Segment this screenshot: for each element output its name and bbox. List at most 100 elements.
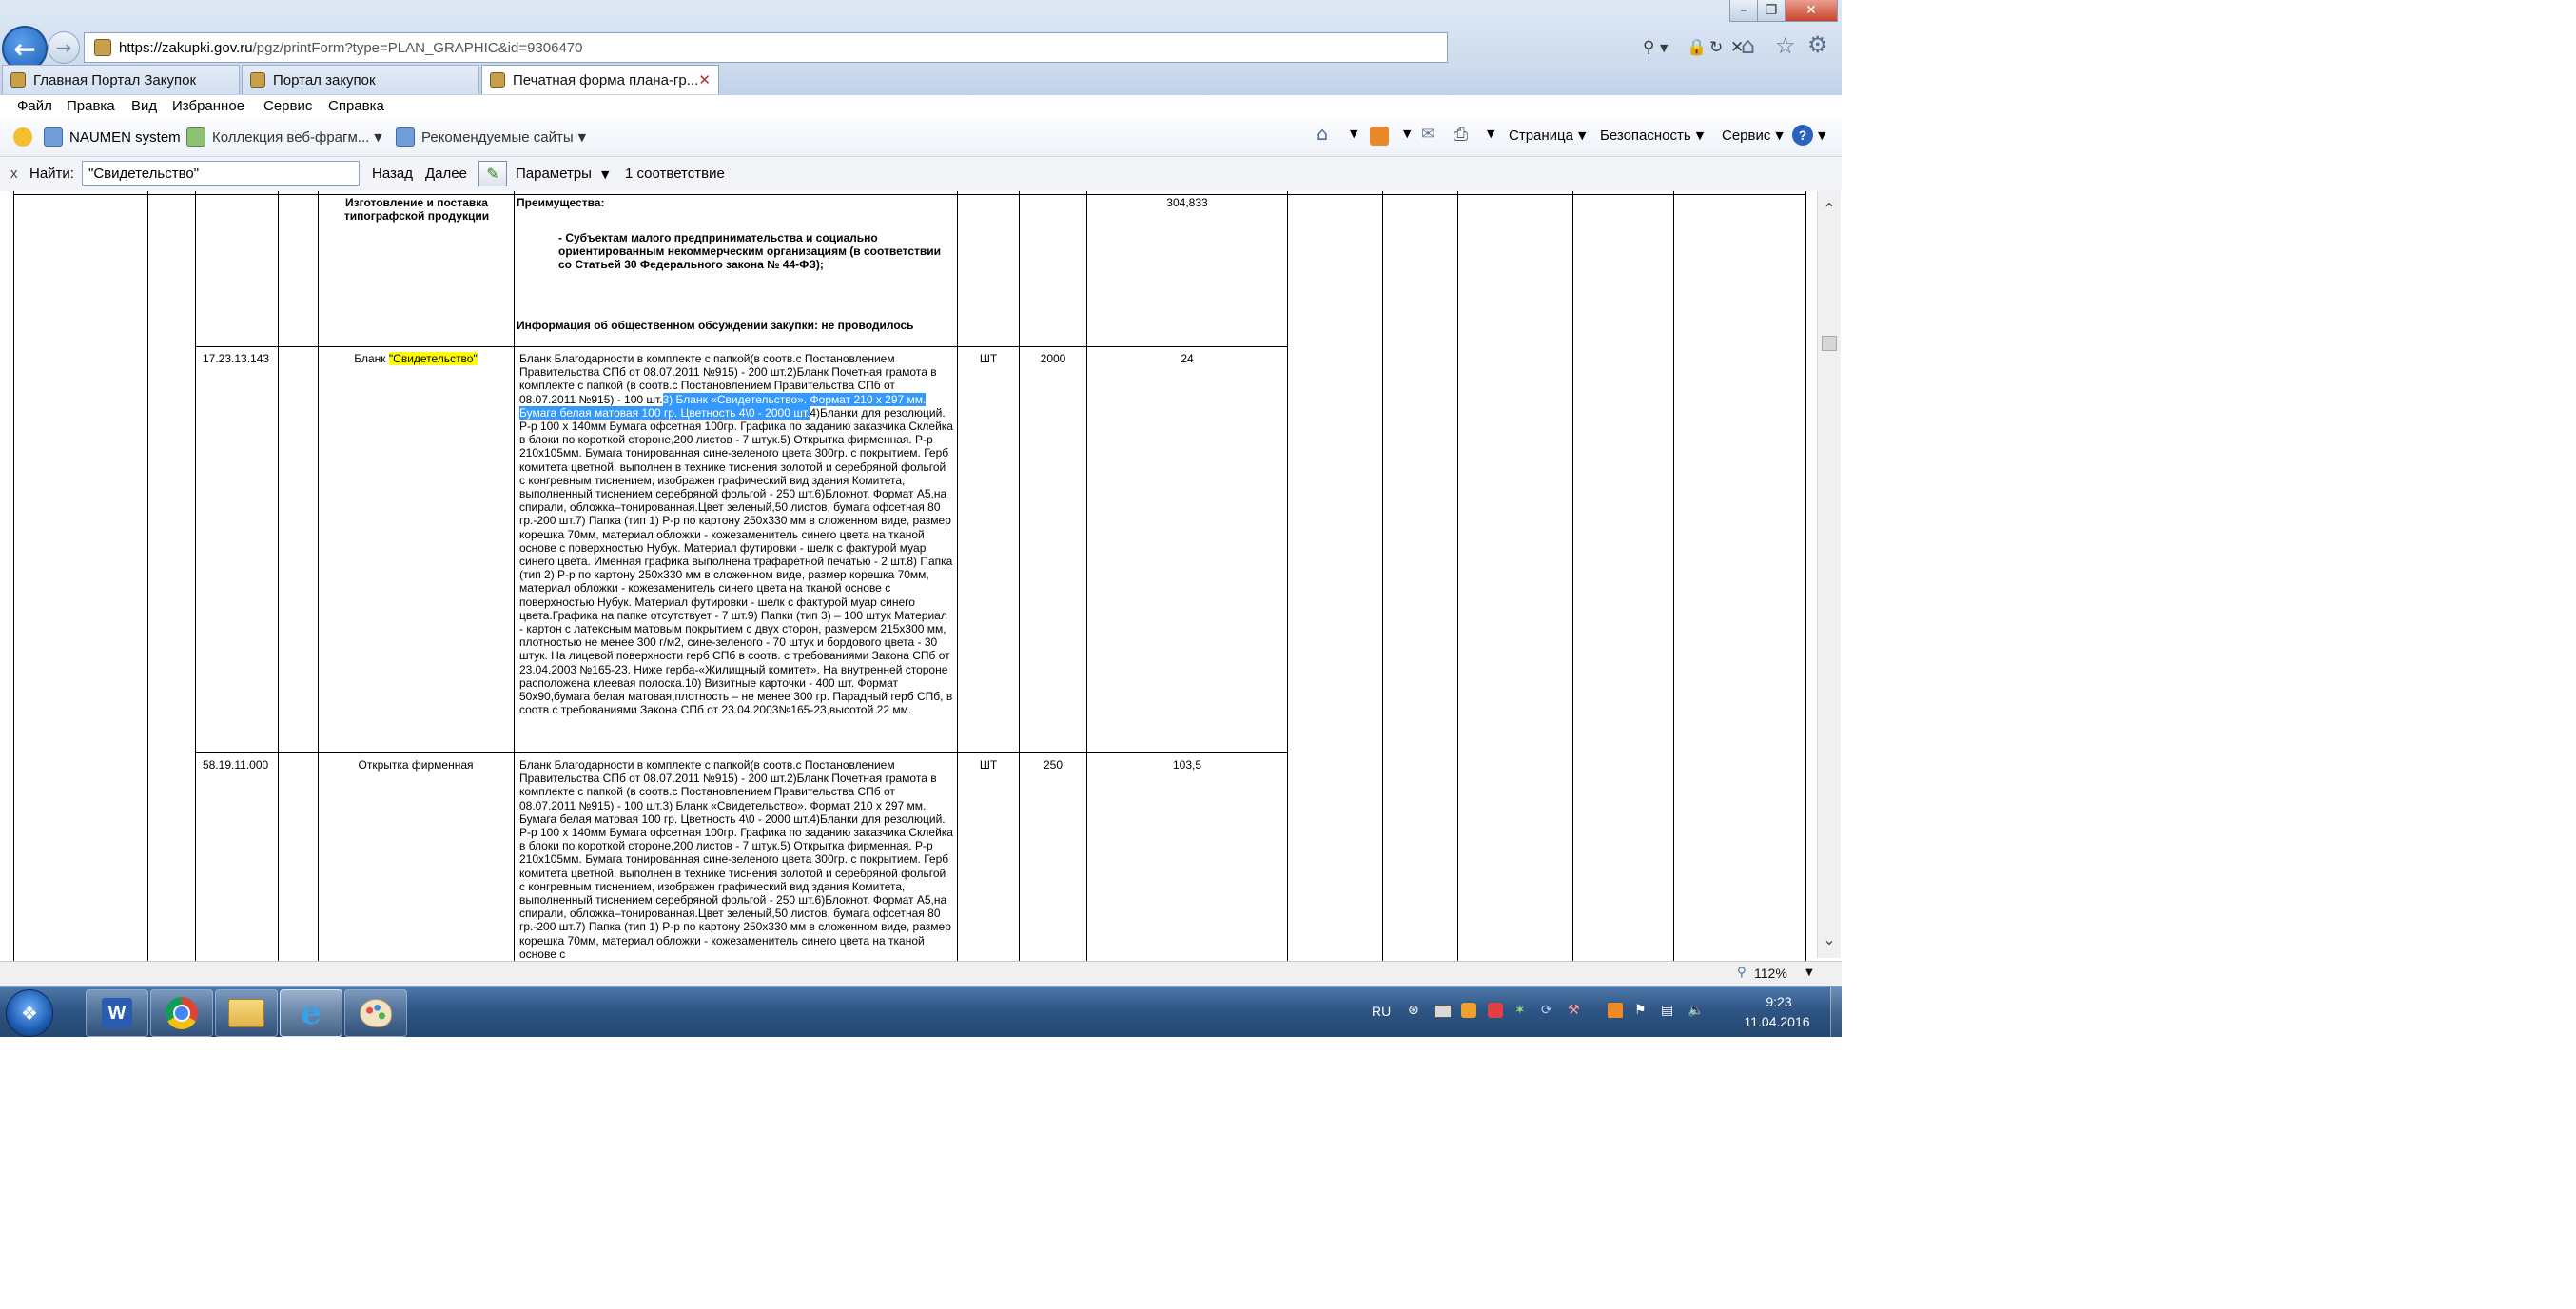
show-desktop-button[interactable]	[1830, 987, 1842, 1037]
find-input[interactable]	[82, 161, 360, 186]
search-icon[interactable]: ⚲	[1643, 38, 1654, 57]
add-favorite-button[interactable]	[13, 127, 39, 147]
chevron-down-icon[interactable]: ▼	[1482, 127, 1494, 140]
table-grid-line	[514, 191, 515, 961]
chevron-down-icon: ▼	[1695, 129, 1705, 142]
refresh-icon[interactable]: ↻	[1709, 38, 1723, 57]
browser-window: – ❐ ✕ ← → https://zakupki.gov.ru/pgz/pri…	[0, 0, 1842, 1037]
close-tab-icon[interactable]: ✕	[698, 71, 711, 88]
tray-device-icon[interactable]	[1434, 1005, 1452, 1018]
volume-icon[interactable]: 🔈	[1688, 1003, 1704, 1018]
tab-portal[interactable]: Портал закупок	[242, 65, 479, 94]
row2-quantity: 250	[1043, 758, 1064, 772]
table-grid-line	[147, 191, 148, 961]
vertical-scrollbar[interactable]: ⌃ ⌄	[1817, 191, 1841, 958]
tray-app-icon[interactable]	[1461, 1003, 1476, 1018]
webslice-icon	[186, 127, 205, 147]
mail-icon[interactable]: ✉	[1421, 125, 1434, 144]
table-grid-line	[195, 191, 196, 961]
scroll-down-icon[interactable]: ⌄	[1818, 928, 1841, 950]
favorite-suggested-sites[interactable]: Рекомендуемые сайты ▼	[396, 127, 586, 147]
taskbar-internet-explorer[interactable]: e	[280, 989, 342, 1037]
find-options-button[interactable]: Параметры ▼	[516, 166, 609, 182]
menu-view[interactable]: Вид	[131, 98, 157, 114]
printer-icon[interactable]: ⎙	[1454, 124, 1468, 145]
row0-name: Изготовление и поставка типографской про…	[343, 196, 490, 224]
menu-tools[interactable]: Сервис	[263, 98, 312, 114]
close-find-button[interactable]: x	[10, 166, 18, 182]
row0-price: 304,833	[1166, 196, 1208, 209]
menu-edit[interactable]: Правка	[67, 98, 115, 114]
close-window-button[interactable]: ✕	[1785, 0, 1838, 22]
tab-print-form[interactable]: Печатная форма плана-гр... ✕	[481, 65, 719, 94]
menu-help[interactable]: Справка	[328, 98, 384, 114]
zoom-icon[interactable]: ⚲	[1737, 966, 1747, 980]
page-content: Изготовление и поставка типографской про…	[0, 191, 1842, 961]
language-indicator[interactable]: RU	[1372, 1004, 1391, 1019]
favorite-webslices[interactable]: Коллекция веб-фрагм... ▼	[186, 127, 382, 147]
command-tools[interactable]: Сервис ▼	[1722, 127, 1784, 144]
chevron-down-icon[interactable]: ▼	[1398, 127, 1411, 140]
menu-favorites[interactable]: Избранное	[172, 98, 244, 114]
find-next-button[interactable]: Далее	[425, 166, 467, 182]
forward-button[interactable]: →	[48, 31, 80, 64]
menu-file[interactable]: Файл	[17, 98, 52, 114]
chevron-down-icon[interactable]: ▼	[1345, 127, 1357, 140]
tray-antivirus-icon[interactable]	[1488, 1003, 1503, 1018]
tray-tool-icon[interactable]: ⚒	[1568, 1003, 1580, 1018]
clock-time[interactable]: 9:23	[1750, 994, 1807, 1009]
tray-update-icon[interactable]	[1608, 1003, 1623, 1018]
row2-code: 58.19.11.000	[203, 758, 269, 772]
taskbar-explorer[interactable]	[215, 989, 278, 1037]
scroll-up-icon[interactable]: ⌃	[1818, 197, 1841, 220]
scrollbar-thumb[interactable]	[1822, 336, 1837, 351]
address-bar[interactable]: https://zakupki.gov.ru/pgz/printForm?typ…	[84, 32, 1744, 63]
pencil-icon: ✎	[486, 165, 499, 183]
table-grid-line	[195, 752, 1288, 753]
taskbar-paint[interactable]	[344, 989, 407, 1037]
row0-advantages-text: - Субъектам малого предпринимательства и…	[558, 231, 942, 272]
rss-feed-icon[interactable]	[1370, 127, 1389, 146]
home-icon[interactable]: ⌂	[1741, 32, 1755, 59]
command-security[interactable]: Безопасность ▼	[1600, 127, 1704, 144]
start-button[interactable]: ❖	[6, 989, 53, 1037]
find-previous-button[interactable]: Назад	[372, 166, 413, 182]
row2-price: 103,5	[1172, 758, 1202, 772]
chrome-icon	[166, 997, 198, 1029]
gear-icon[interactable]: ⚙	[1807, 31, 1828, 58]
command-label: Страница	[1509, 127, 1573, 144]
search-dropdown-icon[interactable]: ▼	[1660, 42, 1668, 54]
highlight-all-button[interactable]: ✎	[478, 161, 507, 186]
table-grid-line	[1673, 191, 1674, 961]
chrome-icon-center	[173, 1005, 190, 1022]
tab-favicon	[250, 72, 265, 88]
bluetooth-icon[interactable]: ⊛	[1408, 1003, 1419, 1018]
find-match-highlight: "Свидетельство"	[388, 352, 478, 365]
minimize-button[interactable]: –	[1729, 0, 1758, 22]
zoom-level[interactable]: 112%	[1754, 966, 1787, 981]
action-center-flag-icon[interactable]: ⚑	[1634, 1003, 1647, 1018]
tab-main-portal[interactable]: Главная Портал Закупок	[2, 65, 240, 94]
help-button[interactable]: ? ▼	[1792, 125, 1825, 146]
command-label: Сервис	[1722, 127, 1771, 144]
tray-network-icon[interactable]: ✶	[1514, 1003, 1526, 1018]
taskbar-chrome[interactable]	[150, 989, 213, 1037]
lock-icon[interactable]: 🔒	[1687, 38, 1707, 57]
page-icon	[44, 127, 63, 147]
favorite-naumen[interactable]: NAUMEN system	[44, 127, 181, 147]
home-icon[interactable]: ⌂	[1317, 124, 1328, 145]
word-icon: W	[102, 998, 132, 1028]
command-page[interactable]: Страница ▼	[1509, 127, 1586, 144]
favorites-star-icon[interactable]: ☆	[1775, 32, 1796, 59]
maximize-button[interactable]: ❐	[1757, 0, 1786, 22]
chevron-down-icon: ▼	[600, 168, 610, 181]
tray-sync-icon[interactable]: ⟳	[1541, 1003, 1552, 1018]
tab-favicon	[490, 72, 505, 88]
chevron-down-icon[interactable]: ▼	[1805, 967, 1813, 978]
taskbar-word[interactable]: W	[86, 989, 148, 1037]
paint-palette-icon	[360, 999, 392, 1027]
clock-date[interactable]: 11.04.2016	[1729, 1014, 1825, 1029]
site-favicon	[94, 39, 111, 56]
network-icon[interactable]: ▤	[1661, 1003, 1673, 1018]
table-grid-line	[1572, 191, 1573, 961]
